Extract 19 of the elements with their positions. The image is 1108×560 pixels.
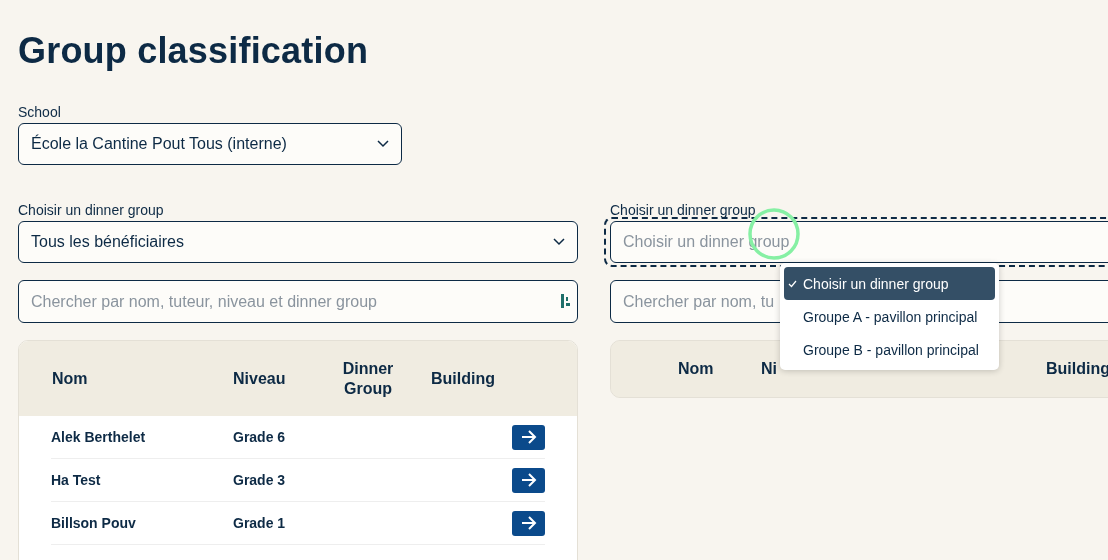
column-header: Niveau [233,368,286,389]
table-cell: Grade 3 [233,472,286,488]
table-cell: Alek Berthelet [51,429,146,445]
table-cell: Grade 6 [233,429,286,445]
table-cell: Ha Test [51,472,101,488]
page-title: Group classification [18,29,370,73]
column-header: Dinner Group [341,358,395,399]
field-label: School [18,104,61,120]
table-cell: Grade 1 [233,515,286,531]
field-label: Choisir un dinner group [18,202,164,218]
column-header: Building [431,368,495,389]
select-value: École la Cantine Pout Tous (interne) [31,135,287,153]
select-value: Tous les bénéficiaires [31,233,184,251]
column-header: Building [1046,359,1108,379]
table-cell: Billson Pouv [51,515,136,531]
field-label: Choisir un dinner group [610,202,756,218]
column-header: Nom [52,368,88,389]
column-header: Nom [678,359,714,379]
column-header: Ni [761,359,777,379]
